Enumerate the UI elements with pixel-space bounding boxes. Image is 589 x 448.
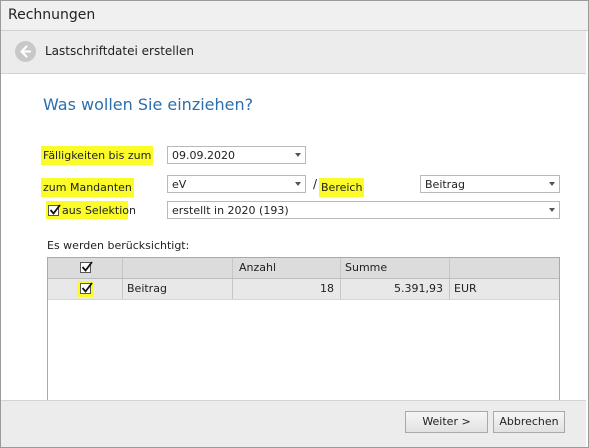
mandant-select[interactable]: eV bbox=[167, 175, 306, 193]
selektion-select[interactable]: erstellt in 2020 (193) bbox=[167, 201, 560, 219]
bereich-select[interactable]: Beitrag bbox=[420, 175, 560, 193]
bereich-value: Beitrag bbox=[425, 178, 465, 191]
checkmark-icon bbox=[49, 204, 61, 215]
rechnungen-window: Rechnungen Lastschriftdatei erstellen Wa… bbox=[0, 0, 589, 448]
selektion-checkbox[interactable] bbox=[48, 204, 61, 216]
chevron-down-icon[interactable] bbox=[545, 176, 559, 192]
faelligkeit-label: Fälligkeiten bis zum bbox=[41, 146, 154, 165]
column-header-anzahl[interactable]: Anzahl bbox=[233, 258, 341, 278]
mandant-label: zum Mandanten bbox=[41, 178, 134, 197]
cell-summe: 5.391,93 bbox=[341, 279, 450, 299]
step-title: Lastschriftdatei erstellen bbox=[45, 44, 194, 58]
cancel-button[interactable]: Abbrechen bbox=[493, 411, 565, 433]
cell-anzahl: 18 bbox=[233, 279, 341, 299]
mandant-value: eV bbox=[172, 178, 187, 191]
row-checkbox[interactable] bbox=[80, 282, 93, 294]
grid-header: Anzahl Summe bbox=[48, 258, 559, 279]
back-arrow-circle-icon bbox=[20, 45, 32, 58]
checkmark-icon bbox=[81, 282, 93, 293]
column-header-waehrung[interactable] bbox=[450, 258, 559, 278]
select-all-checkbox[interactable] bbox=[80, 261, 93, 273]
cell-bereich: Beitrag bbox=[123, 279, 233, 299]
table-row[interactable]: Beitrag 18 5.391,93 EUR bbox=[48, 279, 559, 300]
chevron-down-icon[interactable] bbox=[291, 147, 305, 163]
header-select-all[interactable] bbox=[48, 258, 123, 278]
next-button[interactable]: Weiter > bbox=[405, 411, 488, 433]
wizard-footer: Weiter > Abbrechen bbox=[1, 400, 586, 447]
back-button[interactable] bbox=[15, 41, 36, 62]
bereich-label: Bereich bbox=[319, 178, 365, 197]
selektion-value: erstellt in 2020 (193) bbox=[172, 204, 289, 217]
selektion-label: aus Selektion bbox=[62, 204, 136, 217]
grid-caption: Es werden berücksichtigt: bbox=[47, 239, 190, 252]
separator-slash: / bbox=[313, 177, 318, 191]
faelligkeit-date-picker[interactable]: 09.09.2020 bbox=[167, 146, 306, 164]
page-question: Was wollen Sie einziehen? bbox=[43, 95, 254, 114]
column-header-bereich[interactable] bbox=[123, 258, 233, 278]
checkmark-icon bbox=[81, 261, 93, 272]
wizard-content: Was wollen Sie einziehen? Fälligkeiten b… bbox=[1, 74, 586, 447]
column-header-summe[interactable]: Summe bbox=[341, 258, 450, 278]
wizard-header: Lastschriftdatei erstellen bbox=[1, 31, 586, 74]
cell-waehrung: EUR bbox=[454, 282, 477, 295]
title-bar: Rechnungen bbox=[1, 1, 588, 31]
row-select-cell[interactable] bbox=[48, 279, 123, 299]
chevron-down-icon[interactable] bbox=[291, 176, 305, 192]
chevron-down-icon[interactable] bbox=[545, 202, 559, 218]
faelligkeit-value: 09.09.2020 bbox=[172, 149, 235, 162]
window-title: Rechnungen bbox=[8, 7, 96, 23]
